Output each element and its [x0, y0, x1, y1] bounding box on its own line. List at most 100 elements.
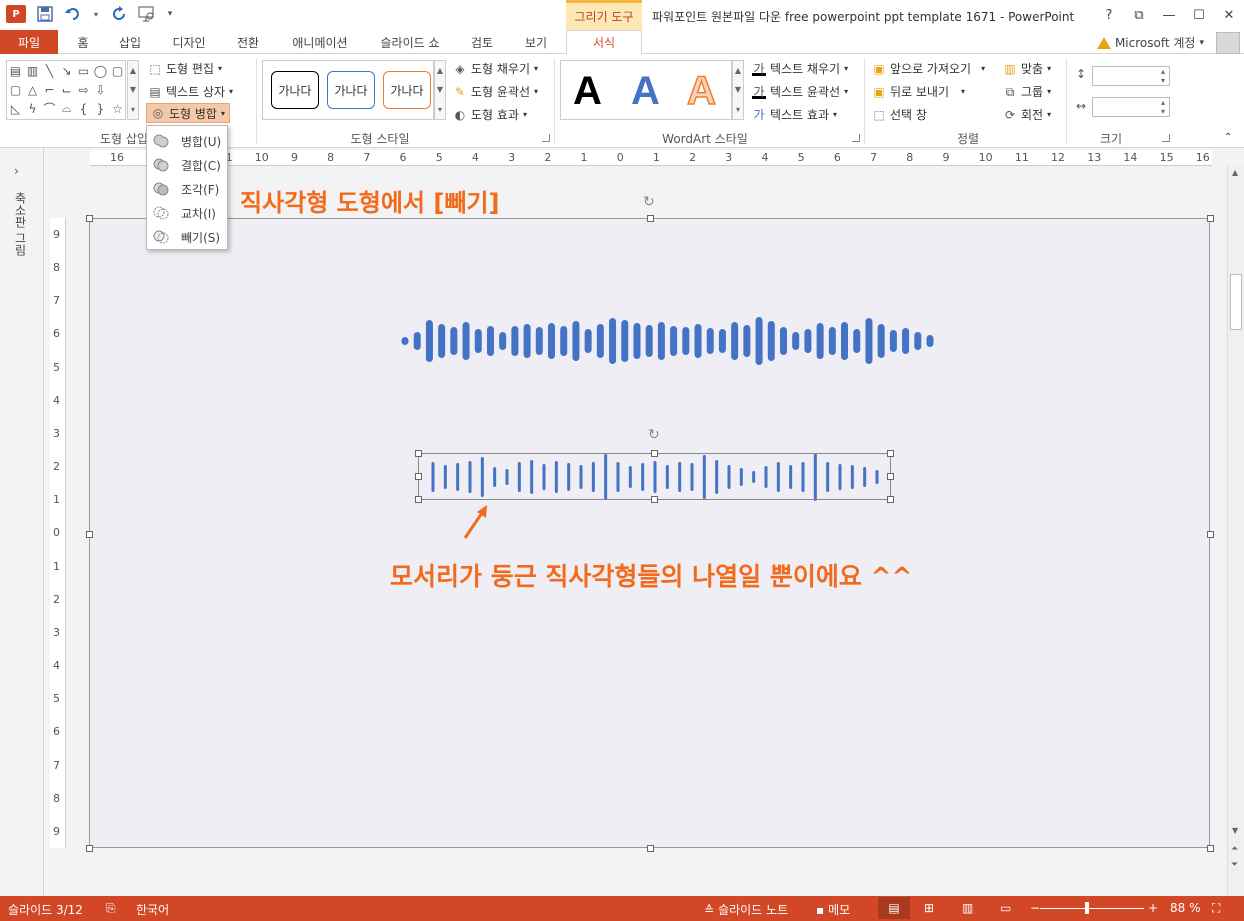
- rotate-button[interactable]: ⟳ 회전 ▾: [1003, 106, 1051, 123]
- gallery-expand-icon[interactable]: ▾: [736, 105, 740, 114]
- wordart-launcher-icon[interactable]: [852, 134, 860, 142]
- menu-item-combine[interactable]: 결합(C): [147, 154, 227, 176]
- text-box-button[interactable]: ▤ 텍스트 상자 ▾: [148, 83, 233, 100]
- resize-handle[interactable]: [651, 450, 658, 457]
- wordart-gallery[interactable]: A A A: [560, 60, 732, 120]
- shape-style-preset-2[interactable]: 가나다: [327, 71, 375, 109]
- merge-shapes-button[interactable]: ◎ 도형 병합 ▾: [146, 103, 230, 123]
- zoom-in-button[interactable]: +: [1148, 901, 1158, 915]
- close-button[interactable]: ✕: [1214, 4, 1244, 26]
- shape-styles-gallery[interactable]: 가나다 가나다 가나다: [262, 60, 434, 120]
- expand-thumbnails-icon[interactable]: ›: [14, 164, 19, 178]
- shape-style-preset-1[interactable]: 가나다: [271, 71, 319, 109]
- oval-shape-icon[interactable]: ◯: [92, 61, 109, 80]
- zoom-slider-thumb[interactable]: [1085, 902, 1089, 914]
- resize-handle[interactable]: [887, 450, 894, 457]
- wordart-gallery-scroll[interactable]: ▲ ▼ ▾: [732, 60, 744, 120]
- shape-effects-button[interactable]: ◐ 도형 효과 ▾: [453, 106, 527, 123]
- scroll-up-icon[interactable]: ▲: [437, 66, 443, 75]
- scroll-down-icon[interactable]: ▼: [130, 85, 136, 94]
- scroll-up-icon[interactable]: ▲: [1232, 168, 1238, 177]
- triangle-shape-icon[interactable]: △: [24, 80, 41, 99]
- size-launcher-icon[interactable]: [1162, 134, 1170, 142]
- group-button[interactable]: ⧉ 그룹 ▾: [1003, 83, 1051, 100]
- tab-transitions[interactable]: 전환: [228, 30, 268, 54]
- text-box-shape-icon[interactable]: ▤: [7, 61, 24, 80]
- next-slide-icon[interactable]: ⏷: [1231, 860, 1238, 870]
- resize-handle[interactable]: [86, 845, 93, 852]
- resize-handle[interactable]: [647, 845, 654, 852]
- slide-canvas[interactable]: [89, 218, 1210, 848]
- send-backward-button[interactable]: ▣ 뒤로 보내기 ▾: [872, 83, 965, 100]
- shape-styles-scroll[interactable]: ▲ ▼ ▾: [434, 60, 446, 120]
- selected-shape-outline[interactable]: [418, 453, 891, 500]
- ribbon-display-options-button[interactable]: ⧉: [1124, 4, 1154, 26]
- star-shape-icon[interactable]: ☆: [109, 99, 126, 118]
- vertical-text-box-shape-icon[interactable]: ▥: [24, 61, 41, 80]
- tab-file[interactable]: 파일: [0, 30, 58, 54]
- thumbnail-panel-collapsed[interactable]: › 축소판 그림: [0, 148, 44, 896]
- wordart-preset-blue[interactable]: A: [631, 69, 660, 114]
- elbow-connector-shape-icon[interactable]: ⌐: [41, 80, 58, 99]
- tab-review[interactable]: 검토: [464, 30, 500, 54]
- menu-item-union[interactable]: 병합(U): [147, 130, 227, 152]
- tab-home[interactable]: 홈: [70, 30, 96, 54]
- arc-shape-icon[interactable]: ⌓: [58, 99, 75, 118]
- menu-item-intersect[interactable]: 교차(I): [147, 202, 227, 224]
- rectangle-shape-icon[interactable]: ▭: [75, 61, 92, 80]
- gallery-expand-icon[interactable]: ▾: [131, 105, 135, 114]
- zoom-slider[interactable]: [1040, 908, 1144, 909]
- line-shape-icon[interactable]: ╲: [41, 61, 58, 80]
- resize-handle[interactable]: [651, 496, 658, 503]
- scroll-down-icon[interactable]: ▼: [437, 85, 443, 94]
- powerpoint-logo-icon[interactable]: P: [6, 5, 26, 23]
- avatar[interactable]: [1216, 32, 1240, 54]
- slide-sorter-view-button[interactable]: ⊞: [924, 901, 934, 915]
- tab-design[interactable]: 디자인: [164, 30, 214, 54]
- reading-view-button[interactable]: ▥: [962, 901, 973, 915]
- shapes-gallery-scroll[interactable]: ▲ ▼ ▾: [127, 60, 139, 120]
- normal-view-button[interactable]: ▤: [878, 897, 910, 919]
- curve-shape-icon[interactable]: ⌒: [41, 99, 58, 118]
- zoom-level[interactable]: 88 %: [1170, 901, 1201, 915]
- comments-button[interactable]: ▪ 메모: [816, 901, 850, 918]
- rotate-handle-icon[interactable]: ↻: [643, 194, 655, 210]
- right-brace-shape-icon[interactable]: }: [92, 99, 109, 118]
- left-brace-shape-icon[interactable]: {: [75, 99, 92, 118]
- collapse-ribbon-icon[interactable]: ⌃: [1224, 132, 1232, 143]
- resize-handle[interactable]: [1207, 845, 1214, 852]
- resize-handle[interactable]: [1207, 215, 1214, 222]
- bring-forward-button[interactable]: ▣ 앞으로 가져오기 ▾: [872, 60, 985, 77]
- customize-qat-icon[interactable]: ▾: [166, 5, 174, 23]
- shapes-gallery[interactable]: ▤ ▥ ╲ ↘ ▭ ◯ ▢ ▢ △ ⌐ ⌙ ⇨ ⇩ ◺ ϟ ⌒ ⌓ { } ☆: [6, 60, 126, 120]
- tab-format[interactable]: 서식: [566, 30, 642, 55]
- zoom-out-button[interactable]: −: [1030, 901, 1040, 915]
- shape-width-input[interactable]: [1092, 97, 1170, 117]
- scroll-up-icon[interactable]: ▲: [130, 66, 136, 75]
- arrow-line-shape-icon[interactable]: ↘: [58, 61, 75, 80]
- slide-heading[interactable]: 직사각형 도형에서 [빼기]: [240, 183, 499, 218]
- undo-icon[interactable]: [64, 5, 82, 23]
- freeform-shape-icon[interactable]: ◺: [7, 99, 24, 118]
- menu-item-fragment[interactable]: 조각(F): [147, 178, 227, 200]
- help-button[interactable]: ?: [1094, 4, 1124, 26]
- resize-handle[interactable]: [1207, 531, 1214, 538]
- scroll-down-icon[interactable]: ▼: [1232, 826, 1238, 835]
- shape-fill-button[interactable]: ◈ 도형 채우기 ▾: [453, 60, 538, 77]
- right-arrow-shape-icon[interactable]: ⇨: [75, 80, 92, 99]
- scrollbar-thumb[interactable]: [1230, 274, 1242, 330]
- previous-slide-icon[interactable]: ⏶: [1231, 844, 1238, 854]
- gallery-expand-icon[interactable]: ▾: [438, 105, 442, 114]
- resize-handle[interactable]: [415, 473, 422, 480]
- resize-handle[interactable]: [887, 496, 894, 503]
- tab-insert[interactable]: 삽입: [112, 30, 148, 54]
- notes-button[interactable]: ≙ 슬라이드 노트: [704, 901, 788, 918]
- shape-styles-launcher-icon[interactable]: [542, 134, 550, 142]
- menu-item-subtract[interactable]: 빼기(S): [147, 226, 227, 248]
- shape-outline-button[interactable]: ✎ 도형 윤곽선 ▾: [453, 83, 538, 100]
- spell-check-icon[interactable]: ⎘: [106, 901, 116, 916]
- lightning-shape-icon[interactable]: ϟ: [24, 99, 41, 118]
- wordart-preset-black[interactable]: A: [573, 69, 602, 114]
- resize-handle[interactable]: [86, 531, 93, 538]
- text-effects-button[interactable]: 가 텍스트 효과 ▾: [752, 106, 837, 123]
